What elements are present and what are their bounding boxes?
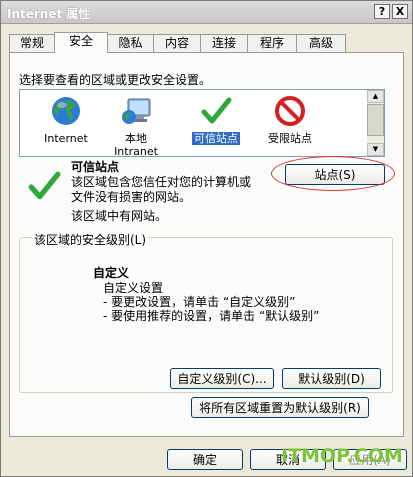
- zone-trusted-label: 可信站点: [192, 132, 240, 145]
- no-entry-icon: [275, 96, 305, 126]
- annotation-oval: [271, 156, 395, 191]
- ok-button[interactable]: 确定: [167, 449, 243, 470]
- trusted-checkmark-icon: [28, 171, 61, 200]
- zone-note: 该区域中有网站。: [71, 209, 168, 223]
- tab-content[interactable]: 内容: [153, 34, 201, 52]
- help-button[interactable]: ?: [374, 4, 390, 19]
- checkmark-icon: [201, 97, 232, 124]
- tab-general[interactable]: 常规: [9, 34, 55, 52]
- reset-all-zones-button[interactable]: 将所有区域重置为默认级别(R): [191, 397, 369, 418]
- close-button[interactable]: X: [392, 4, 408, 19]
- custom-level-button[interactable]: 自定义级别(C)...: [170, 368, 274, 389]
- globe-icon: [52, 97, 80, 125]
- security-level-title: 自定义: [93, 266, 130, 280]
- zone-trusted-sites[interactable]: 可信站点: [183, 95, 249, 145]
- tab-advanced[interactable]: 高级: [296, 34, 346, 52]
- security-level-line-3: - 要使用推荐的设置，请单击 “默认级别”: [103, 309, 320, 323]
- zone-description-2: 文件没有损害的网站。: [71, 190, 192, 204]
- tab-security[interactable]: 安全: [54, 32, 108, 53]
- security-level-line-2: - 要更改设置，请单击 “自定义级别”: [103, 295, 296, 309]
- scroll-thumb[interactable]: [367, 104, 384, 136]
- tab-connections[interactable]: 连接: [200, 34, 248, 52]
- zone-description-1: 该区域包含您信任对您的计算机或: [71, 175, 252, 189]
- scroll-up-arrow-icon[interactable]: ▲: [367, 90, 384, 103]
- watermark: ITMOP.COM: [281, 445, 403, 467]
- internet-properties-dialog: Internet 属性 ? X 常规 安全 隐私 内容 连接 程序 高级 选择要…: [0, 0, 413, 477]
- zone-intranet-label-1: 本地: [125, 132, 147, 145]
- zone-intranet-label-2: Intranet: [114, 145, 158, 158]
- zone-internet[interactable]: Internet: [33, 95, 99, 145]
- zone-local-intranet[interactable]: 本地 Intranet: [103, 95, 169, 158]
- security-level-group-label: 该区域的安全级别(L): [32, 231, 149, 248]
- zone-restricted-label: 受限站点: [268, 132, 312, 145]
- scroll-down-arrow-icon[interactable]: ▼: [367, 143, 384, 156]
- tab-privacy[interactable]: 隐私: [107, 34, 154, 52]
- zone-restricted-sites[interactable]: 受限站点: [257, 95, 323, 145]
- monitor-globe-icon: [122, 98, 151, 124]
- window-title: Internet 属性: [7, 7, 91, 21]
- title-bar[interactable]: Internet 属性 ? X: [1, 1, 412, 24]
- tab-programs[interactable]: 程序: [247, 34, 297, 52]
- default-level-button[interactable]: 默认级别(D): [282, 368, 381, 389]
- security-level-line-1: 自定义设置: [103, 281, 164, 295]
- zone-internet-label: Internet: [44, 132, 88, 145]
- zone-title: 可信站点: [71, 160, 120, 174]
- instruction-text: 选择要查看的区域或更改安全设置。: [19, 73, 212, 87]
